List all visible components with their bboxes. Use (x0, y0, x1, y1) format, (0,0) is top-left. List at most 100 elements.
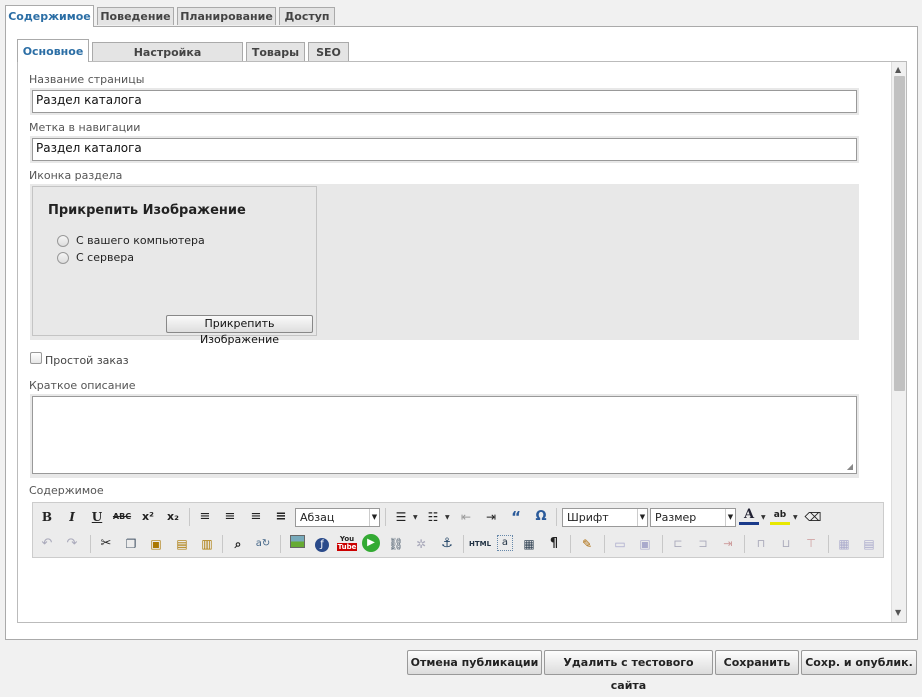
pilcrow-icon[interactable]: ¶ (544, 535, 564, 553)
tab-content[interactable]: Содержимое (5, 5, 94, 27)
size-select[interactable]: Размер ▼ (650, 508, 736, 527)
split-cells-icon[interactable]: ▦ (834, 535, 854, 553)
flash-icon[interactable]: ƒ (312, 535, 332, 553)
attach-image-title: Прикрепить Изображение (48, 203, 246, 218)
radio-from-computer[interactable] (57, 235, 69, 247)
radio-from-computer-label: С вашего компьютера (76, 234, 205, 247)
text-color-icon[interactable]: A (739, 508, 759, 525)
font-select[interactable]: Шрифт ▼ (562, 508, 648, 527)
attach-image-button[interactable]: Прикрепить Изображение (166, 315, 313, 346)
attach-image-panel: Прикрепить Изображение С вашего компьюте… (32, 186, 317, 346)
table-cell-icon[interactable]: ▣ (635, 535, 655, 553)
scroll-down-icon[interactable]: ▼ (895, 608, 901, 617)
italic-icon[interactable]: I (62, 508, 82, 526)
align-left-icon[interactable]: ≡ (195, 508, 215, 526)
html-icon[interactable]: HTML (469, 535, 491, 553)
tab-access[interactable]: Доступ (279, 7, 335, 25)
format-select[interactable]: Абзац ▼ (295, 508, 380, 527)
abbr-icon[interactable]: a (497, 535, 513, 551)
short-desc-textarea[interactable] (32, 396, 857, 474)
radio-from-server[interactable] (57, 252, 69, 264)
underline-icon[interactable]: U (87, 508, 107, 526)
align-justify-icon[interactable]: ≡ (271, 508, 291, 526)
short-desc-label: Краткое описание (29, 379, 136, 392)
undo-icon[interactable]: ↶ (37, 535, 57, 553)
align-right-icon[interactable]: ≡ (246, 508, 266, 526)
chevron-down-icon: ▼ (725, 509, 735, 526)
scroll-up-icon[interactable]: ▲ (895, 65, 901, 74)
superscript-icon[interactable]: x² (138, 508, 158, 526)
redo-icon[interactable]: ↷ (62, 535, 82, 553)
youtube-icon[interactable]: You Tube (337, 535, 357, 553)
media-icon[interactable]: ▶ (361, 533, 381, 552)
anchor-icon[interactable]: ⚓ (437, 535, 457, 553)
page-title-label: Название страницы (29, 73, 145, 86)
nav-label-field-wrap: Раздел каталога (30, 136, 859, 163)
scrollbar[interactable]: ▲ ▼ (891, 62, 906, 622)
simple-order-label: Простой заказ (45, 354, 129, 367)
subscript-icon[interactable]: x₂ (163, 508, 183, 526)
radio-from-server-label: С сервера (76, 251, 134, 264)
chevron-down-icon[interactable]: ▼ (793, 514, 798, 521)
merge-cells-icon[interactable]: ▤ (859, 535, 879, 553)
paste-icon[interactable]: ▣ (146, 535, 166, 553)
highlight-icon[interactable]: ab (770, 508, 790, 525)
section-icon-label: Иконка раздела (29, 169, 123, 182)
nav-label-label: Метка в навигации (29, 121, 141, 134)
tab-planning[interactable]: Планирование (177, 7, 276, 25)
editor-body[interactable] (33, 557, 883, 622)
page-title-input[interactable]: Раздел каталога (32, 90, 857, 113)
scroll-thumb[interactable] (894, 76, 905, 391)
unlink-icon[interactable]: ✲ (411, 535, 431, 553)
delete-test-site-button[interactable]: Удалить с тестового сайта (544, 650, 713, 692)
short-desc-wrap: ◢ (30, 394, 859, 478)
chevron-down-icon: ▼ (637, 509, 647, 526)
cut-icon[interactable]: ✂ (96, 535, 116, 553)
table-icon[interactable]: ▦ (519, 535, 539, 553)
save-publish-button[interactable]: Сохр. и опублик. (801, 650, 917, 675)
row-before-icon[interactable]: ⊏ (668, 535, 688, 553)
copy-icon[interactable]: ❐ (121, 535, 141, 553)
tab-behavior[interactable]: Поведение (97, 7, 174, 25)
page-title-field-wrap: Раздел каталога (30, 88, 859, 115)
nav-label-input[interactable]: Раздел каталога (32, 138, 857, 161)
delete-col-icon[interactable]: ⊤ (801, 535, 821, 553)
bullet-list-icon[interactable]: ☰ (391, 508, 411, 526)
blockquote-icon[interactable]: “ (506, 508, 526, 526)
save-button[interactable]: Сохранить (715, 650, 799, 675)
tab-display-settings[interactable]: Настройка отображения (92, 42, 243, 78)
tab-seo[interactable]: SEO (308, 42, 349, 61)
special-char-icon[interactable]: Ω (531, 508, 551, 526)
image-icon[interactable] (287, 535, 307, 553)
paste-text-icon[interactable]: ▤ (172, 535, 192, 553)
col-before-icon[interactable]: ⊓ (751, 535, 771, 553)
delete-row-icon[interactable]: ⇥ (718, 535, 738, 553)
tab-products[interactable]: Товары (246, 42, 305, 61)
bold-icon[interactable]: B (37, 508, 57, 526)
resize-handle-icon[interactable]: ◢ (847, 462, 853, 471)
chevron-down-icon[interactable]: ▼ (445, 514, 450, 521)
eraser-icon[interactable]: ⌫ (803, 508, 823, 526)
size-select-value: Размер (655, 511, 697, 524)
find-icon[interactable]: ⌕ (228, 535, 248, 553)
outdent-icon[interactable]: ⇤ (456, 508, 476, 526)
chevron-down-icon[interactable]: ▼ (413, 514, 418, 521)
row-after-icon[interactable]: ⊐ (693, 535, 713, 553)
table-row-icon[interactable]: ▭ (610, 535, 630, 553)
numbered-list-icon[interactable]: ☷ (423, 508, 443, 526)
paste-word-icon[interactable]: ▥ (197, 535, 217, 553)
col-after-icon[interactable]: ⊔ (776, 535, 796, 553)
strikethrough-icon[interactable]: ABC (112, 508, 132, 526)
chevron-down-icon[interactable]: ▼ (761, 514, 766, 521)
indent-icon[interactable]: ⇥ (481, 508, 501, 526)
link-icon[interactable]: ⛓ (386, 535, 406, 553)
font-select-value: Шрифт (567, 511, 609, 524)
content-label: Содержимое (29, 484, 104, 497)
format-select-value: Абзац (300, 511, 335, 524)
tab-basic[interactable]: Основное (17, 39, 89, 62)
unpublish-button[interactable]: Отмена публикации (407, 650, 542, 675)
edit-icon[interactable]: ✎ (577, 535, 597, 553)
align-center-icon[interactable]: ≡ (220, 508, 240, 526)
simple-order-checkbox[interactable] (30, 352, 42, 364)
replace-icon[interactable]: a↻ (253, 535, 273, 553)
